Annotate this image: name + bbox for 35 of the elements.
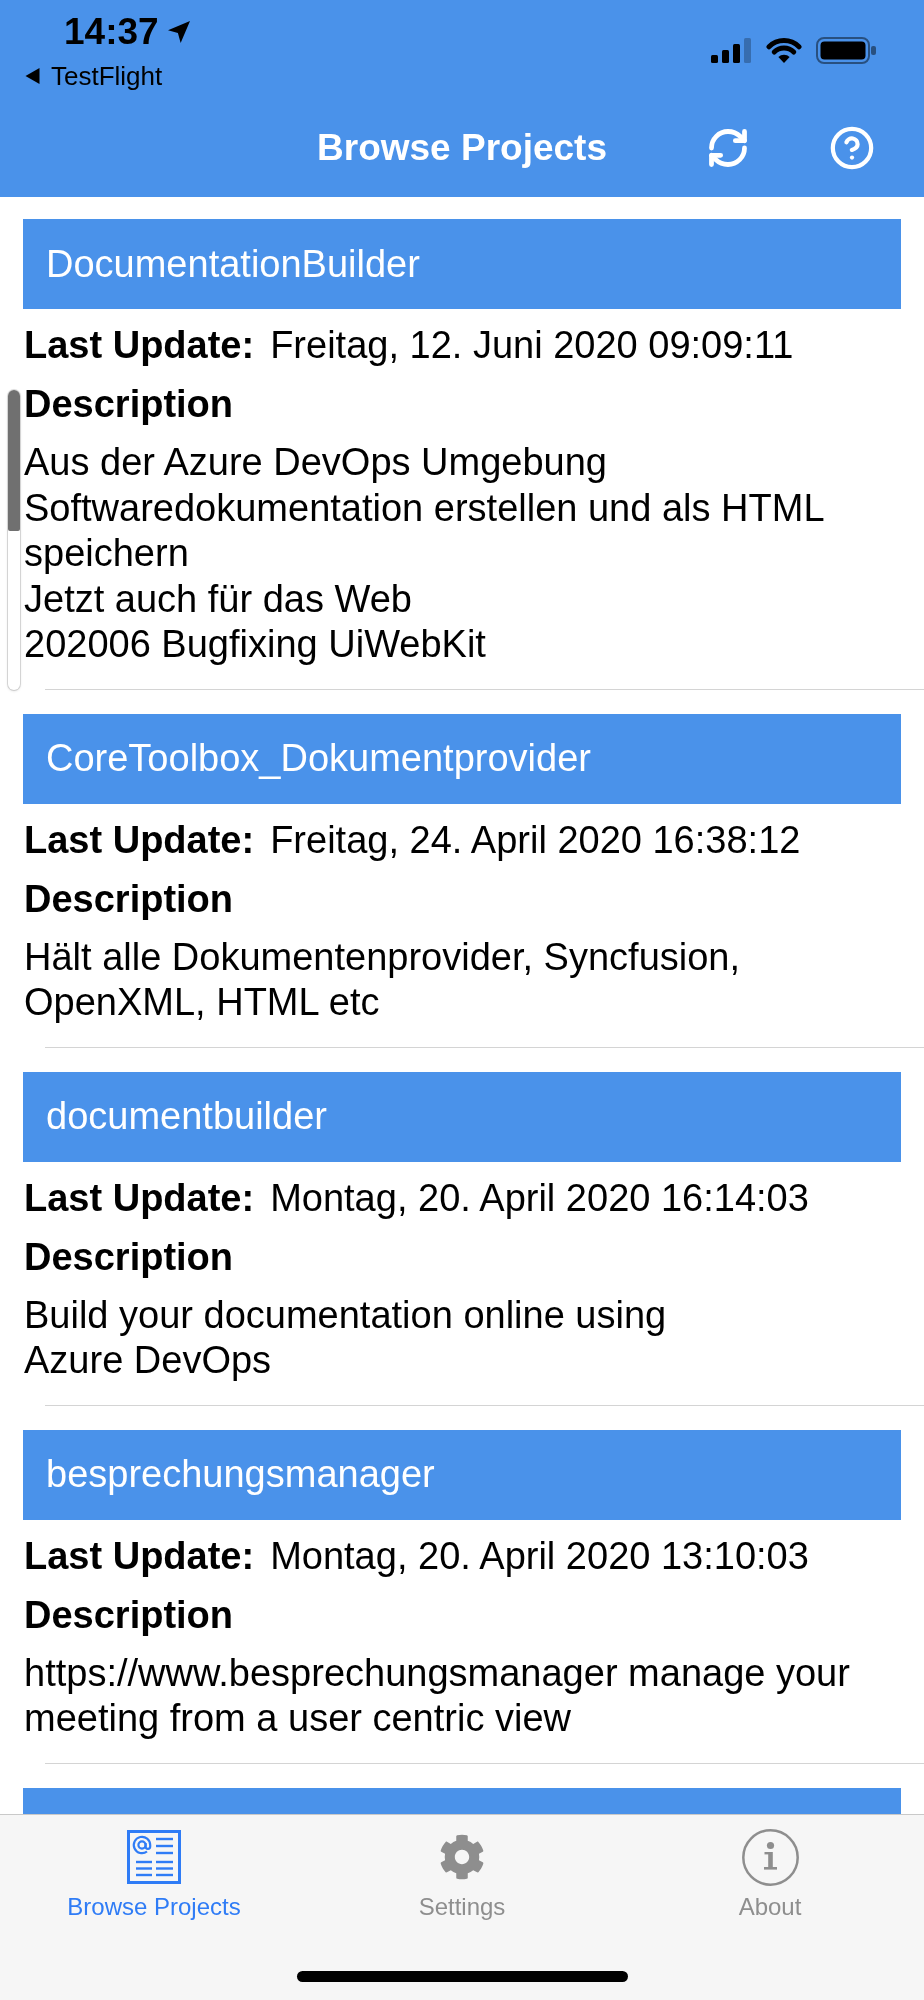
description-label: Description (24, 382, 234, 427)
last-update-label: Last Update: (24, 323, 255, 368)
last-update-label: Last Update: (24, 1533, 255, 1579)
description-label: Description (24, 1592, 234, 1638)
tab-button[interactable]: Settings (418, 1829, 506, 1922)
status-time: 14:37 (64, 10, 159, 54)
project-title-bar: CoreToolbox_Dokumentprovider (23, 713, 901, 804)
tab-button[interactable]: About (738, 1829, 802, 1922)
signal-icon (711, 37, 752, 63)
project-title-bar: DocumentationBuilder (23, 219, 901, 309)
last-update-value: Montag, 20. April 2020 16:14:03 (270, 1175, 809, 1221)
last-update-value: Montag, 20. April 2020 13:10:03 (270, 1533, 809, 1579)
help-icon[interactable] (829, 124, 875, 171)
description-label: Description (24, 876, 234, 922)
last-update-label: Last Update: (24, 1175, 255, 1221)
last-update-label: Last Update: (24, 817, 255, 863)
project-title-bar: besprechungsmanager (23, 1429, 901, 1520)
back-arrow-icon (25, 68, 40, 84)
description-text: https://www.besprechungsmanager manage your meeting from a user centric view (24, 1650, 850, 1741)
description-label: Description (24, 1234, 234, 1280)
last-update-value: Freitag, 24. April 2020 16:38:12 (270, 817, 801, 863)
description-text: Hält alle Dokumentenprovider, Syncfusion, OpenXML, HTML etc (24, 934, 741, 1025)
document-icon (127, 1830, 181, 1884)
project-title-bar: documentbuilder (23, 1071, 901, 1162)
tab-button[interactable]: Browse Projects (67, 1829, 241, 1922)
last-update-value: Freitag, 12. Juni 2020 09:09:11 (270, 323, 794, 368)
battery-icon (816, 36, 876, 64)
description-text: Build your documentation online using Azure DevOps (24, 1292, 667, 1383)
wifi-icon (766, 37, 802, 63)
settings-icon (439, 1834, 485, 1880)
nav-title: Browse Projects (317, 125, 607, 170)
back-button[interactable]: TestFlight (25, 54, 163, 98)
location-arrow-icon (167, 21, 190, 43)
description-text: Aus der Azure DevOps Umgebung Softwaredokumentation erstellen und als HTML speichern Jetzt auch für das Web 202006 Bugfixing UiWebKit (24, 440, 825, 667)
info-icon (741, 1828, 799, 1886)
